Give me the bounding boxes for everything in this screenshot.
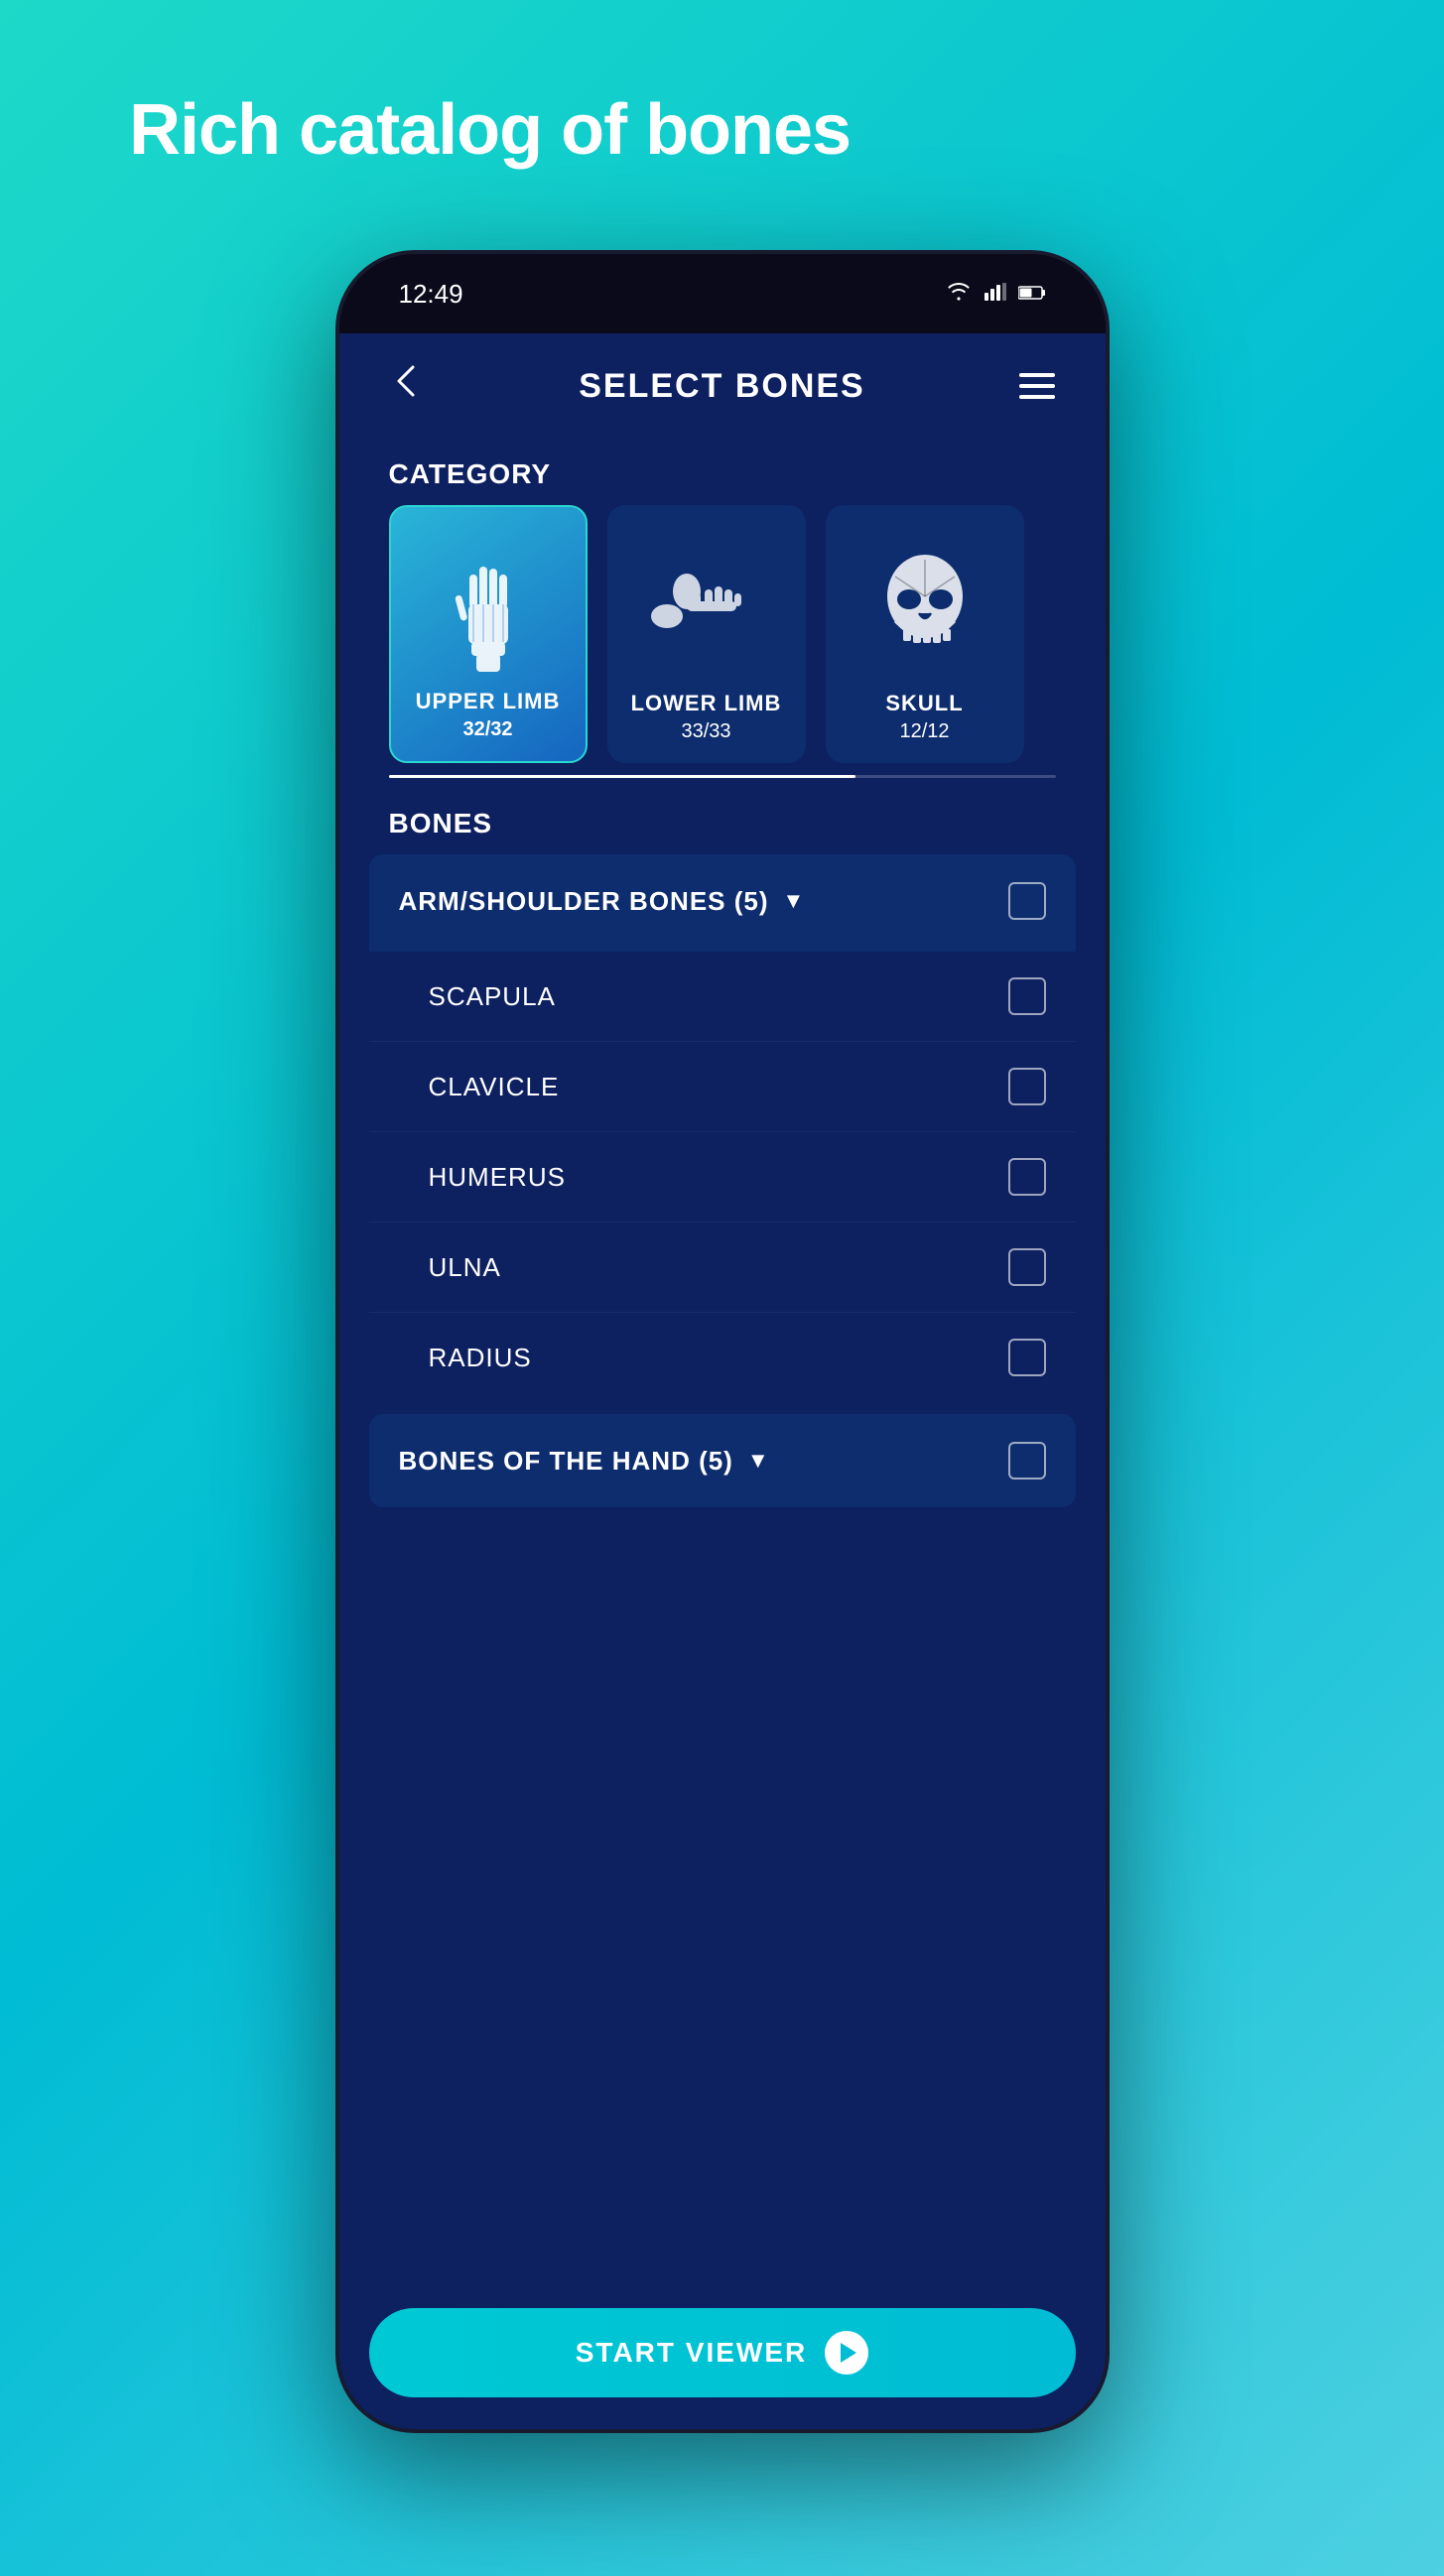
start-btn-container: START VIEWER xyxy=(339,2288,1106,2433)
lower-limb-name: LOWER LIMB xyxy=(631,691,782,716)
humerus-checkbox[interactable] xyxy=(1008,1158,1046,1196)
arm-shoulder-checkbox[interactable] xyxy=(1008,882,1046,920)
status-time: 12:49 xyxy=(399,279,463,310)
progress-track xyxy=(389,775,1056,778)
menu-button[interactable] xyxy=(1019,373,1055,399)
bones-of-hand-group-row[interactable]: BONES OF THE HAND (5) ▼ xyxy=(369,1414,1076,1507)
category-card-skull[interactable]: SKULL 12/12 xyxy=(826,505,1024,763)
status-icons xyxy=(945,281,1046,307)
bone-item-clavicle[interactable]: CLAVICLE xyxy=(369,1042,1076,1132)
wifi-icon xyxy=(945,281,973,307)
progress-fill xyxy=(389,775,855,778)
category-container: UPPER LIMB 32/32 xyxy=(339,505,1106,763)
upper-limb-name: UPPER LIMB xyxy=(416,689,561,714)
back-button[interactable] xyxy=(389,363,425,409)
progress-bar-container xyxy=(339,763,1106,778)
phone-notch xyxy=(633,254,812,289)
bone-item-radius[interactable]: RADIUS xyxy=(369,1313,1076,1402)
start-viewer-label: START VIEWER xyxy=(576,2337,807,2369)
app-header: SELECT BONES xyxy=(339,333,1106,439)
skull-name: SKULL xyxy=(885,691,963,716)
category-label: CATEGORY xyxy=(339,439,1106,505)
upper-limb-count: 32/32 xyxy=(462,718,512,741)
group-row-left: ARM/SHOULDER BONES (5) ▼ xyxy=(399,886,805,917)
battery-icon xyxy=(1018,281,1046,307)
bone-item-ulna[interactable]: ULNA xyxy=(369,1223,1076,1313)
arm-shoulder-group-row[interactable]: ARM/SHOULDER BONES (5) ▼ xyxy=(369,854,1076,948)
lower-limb-count: 33/33 xyxy=(681,720,730,743)
scapula-checkbox[interactable] xyxy=(1008,977,1046,1015)
humerus-name: HUMERUS xyxy=(429,1162,566,1193)
start-viewer-button[interactable]: START VIEWER xyxy=(369,2308,1076,2397)
bones-section: BONES ARM/SHOULDER BONES (5) ▼ SCAPULA xyxy=(339,788,1106,2288)
hand-dropdown-arrow: ▼ xyxy=(747,1448,769,1474)
group-dropdown-arrow: ▼ xyxy=(783,888,805,914)
bone-item-humerus[interactable]: HUMERUS xyxy=(369,1132,1076,1223)
lower-limb-image xyxy=(647,542,766,681)
hand-group-checkbox[interactable] xyxy=(1008,1442,1046,1480)
bones-label: BONES xyxy=(369,788,1076,854)
category-card-lower-limb[interactable]: LOWER LIMB 33/33 xyxy=(607,505,806,763)
skull-image xyxy=(865,542,985,681)
status-bar: 12:49 xyxy=(339,254,1106,333)
clavicle-checkbox[interactable] xyxy=(1008,1068,1046,1105)
bone-item-scapula[interactable]: SCAPULA xyxy=(369,952,1076,1042)
ulna-name: ULNA xyxy=(429,1252,501,1283)
signal-icon xyxy=(985,281,1006,307)
ulna-checkbox[interactable] xyxy=(1008,1248,1046,1286)
clavicle-name: CLAVICLE xyxy=(429,1072,560,1102)
scapula-name: SCAPULA xyxy=(429,981,556,1012)
page-title: Rich catalog of bones xyxy=(0,89,851,171)
category-card-upper-limb[interactable]: UPPER LIMB 32/32 xyxy=(389,505,588,763)
hand-group-row-left: BONES OF THE HAND (5) ▼ xyxy=(399,1446,769,1477)
radius-checkbox[interactable] xyxy=(1008,1339,1046,1376)
header-title: SELECT BONES xyxy=(579,367,864,406)
hand-group-name: BONES OF THE HAND (5) xyxy=(399,1446,733,1477)
upper-limb-image xyxy=(429,540,548,679)
menu-line-2 xyxy=(1019,384,1055,388)
menu-line-3 xyxy=(1019,395,1055,399)
arm-shoulder-group-card: ARM/SHOULDER BONES (5) ▼ SCAPULA CLAVICL… xyxy=(369,854,1076,1402)
skull-count: 12/12 xyxy=(899,720,949,743)
menu-line-1 xyxy=(1019,373,1055,377)
app-content: SELECT BONES CATEGORY xyxy=(339,333,1106,2433)
phone-shell: 12:49 xyxy=(335,250,1110,2433)
arm-shoulder-group-name: ARM/SHOULDER BONES (5) xyxy=(399,886,769,917)
play-icon xyxy=(825,2331,868,2375)
play-triangle xyxy=(841,2343,856,2363)
radius-name: RADIUS xyxy=(429,1343,532,1373)
